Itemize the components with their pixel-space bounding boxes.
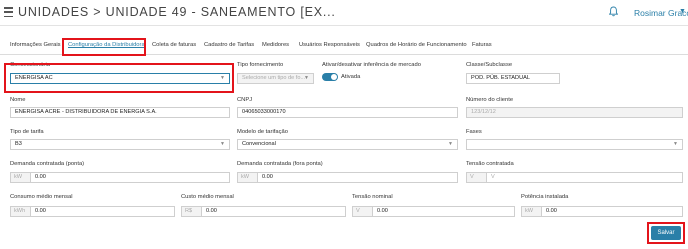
- demanda-fora-ponta-input[interactable]: kW 0.00: [237, 172, 458, 183]
- consumo-medio-input[interactable]: kWh 0.00: [10, 206, 175, 217]
- cnpj-value: 04065033000170: [242, 109, 286, 115]
- chevron-down-icon: ▼: [448, 141, 453, 147]
- save-button-highlight: [647, 222, 685, 244]
- demanda-ponta-value: 0.00: [35, 174, 46, 180]
- tab-quadros-horario[interactable]: Quadros de Horário de Funcionamento: [366, 42, 467, 48]
- tab-coleta-faturas[interactable]: Coleta de faturas: [152, 42, 196, 48]
- cnpj-label: CNPJ: [237, 97, 253, 103]
- custo-medio-value: 0.00: [206, 208, 217, 214]
- demanda-fora-ponta-label: Demanda contratada (fora ponta): [237, 161, 323, 167]
- custo-medio-label: Custo médio mensal: [181, 194, 234, 200]
- classe-value: POD. PÚB. ESTADUAL: [471, 75, 530, 81]
- unit-prefix: kWh: [11, 207, 31, 216]
- toggle-knob: [331, 74, 337, 80]
- demanda-fora-ponta-value: 0.00: [262, 174, 273, 180]
- modelo-tarifacao-label: Modelo de tarifação: [237, 129, 288, 135]
- potencia-instalada-input[interactable]: kW 0.00: [521, 206, 683, 217]
- numero-cliente-label: Número do cliente: [466, 97, 514, 103]
- classe-label: Classe/Subclasse: [466, 62, 513, 68]
- top-bar: UNIDADES > UNIDADE 49 - SANEAMENTO [EX..…: [0, 0, 688, 26]
- nome-value: ENERGISA ACRE - DISTRIBUIDORA DE ENERGIA…: [15, 109, 157, 115]
- tipo-tarifa-select[interactable]: B3 ▼: [10, 139, 230, 150]
- tipo-fornecimento-select[interactable]: Selecione um tipo de fo... ▼: [237, 73, 314, 84]
- unit-prefix: kW: [238, 173, 258, 182]
- tipo-fornecimento-placeholder: Selecione um tipo de fo...: [242, 75, 306, 81]
- demanda-ponta-label: Demanda contratada (ponta): [10, 161, 85, 167]
- inferencia-status: Ativada: [341, 74, 361, 80]
- menu-icon[interactable]: [4, 7, 13, 17]
- custo-medio-input[interactable]: R$ 0.00: [181, 206, 346, 217]
- tensao-nominal-value: 0.00: [377, 208, 388, 214]
- consumo-medio-label: Consumo médio mensal: [10, 194, 73, 200]
- inferencia-label: Ativar/desativar inferência de mercado: [322, 62, 421, 68]
- tab-faturas[interactable]: Faturas: [472, 42, 492, 48]
- modelo-tarifacao-value: Convencional: [242, 141, 276, 147]
- modelo-tarifacao-select[interactable]: Convencional ▼: [237, 139, 458, 150]
- unit-prefix: R$: [182, 207, 202, 216]
- active-tab-highlight: [62, 38, 146, 56]
- unit-prefix: kW: [522, 207, 542, 216]
- tab-cadastro-tarifas[interactable]: Cadastro de Tarifas: [204, 42, 254, 48]
- cnpj-input[interactable]: 04065033000170: [237, 107, 458, 118]
- chevron-down-icon[interactable]: ▼: [679, 8, 686, 15]
- chevron-down-icon: ▼: [304, 75, 309, 81]
- fases-select[interactable]: ▼: [466, 139, 683, 150]
- fases-label: Fases: [466, 129, 482, 135]
- tensao-contratada-value: V: [491, 174, 495, 180]
- consumo-medio-value: 0.00: [35, 208, 46, 214]
- tensao-contratada-label: Tensão contratada: [466, 161, 514, 167]
- tensao-contratada-input[interactable]: VV: [466, 172, 683, 183]
- tipo-tarifa-value: B3: [15, 141, 22, 147]
- tipo-tarifa-label: Tipo de tarifa: [10, 129, 44, 135]
- inferencia-toggle[interactable]: [322, 73, 338, 81]
- tipo-fornecimento-label: Tipo fornecimento: [237, 62, 284, 68]
- tab-medidores[interactable]: Medidores: [262, 42, 289, 48]
- unit-prefix: V: [467, 173, 487, 182]
- tab-usuarios-responsaveis[interactable]: Usuários Responsáveis: [299, 42, 360, 48]
- numero-cliente-input[interactable]: 123/12/12: [466, 107, 683, 118]
- chevron-down-icon: ▼: [220, 141, 225, 147]
- tab-informacoes-gerais[interactable]: Informações Gerais: [10, 42, 61, 48]
- tensao-nominal-label: Tensão nominal: [352, 194, 393, 200]
- potencia-instalada-label: Potência instalada: [521, 194, 569, 200]
- classe-select[interactable]: POD. PÚB. ESTADUAL: [466, 73, 560, 84]
- tensao-nominal-input[interactable]: V 0.00: [352, 206, 515, 217]
- bell-icon[interactable]: [609, 6, 618, 17]
- concessionaria-highlight: [4, 63, 234, 93]
- nome-label: Nome: [10, 97, 26, 103]
- chevron-down-icon: ▼: [673, 141, 678, 147]
- demanda-ponta-input[interactable]: kW 0.00: [10, 172, 230, 183]
- unit-prefix: kW: [11, 173, 31, 182]
- potencia-instalada-value: 0.00: [546, 208, 557, 214]
- numero-cliente-value: 123/12/12: [471, 109, 496, 115]
- page-title: UNIDADES > UNIDADE 49 - SANEAMENTO [EX..…: [18, 5, 336, 19]
- unit-prefix: V: [353, 207, 373, 216]
- nome-input[interactable]: ENERGISA ACRE - DISTRIBUIDORA DE ENERGIA…: [10, 107, 230, 118]
